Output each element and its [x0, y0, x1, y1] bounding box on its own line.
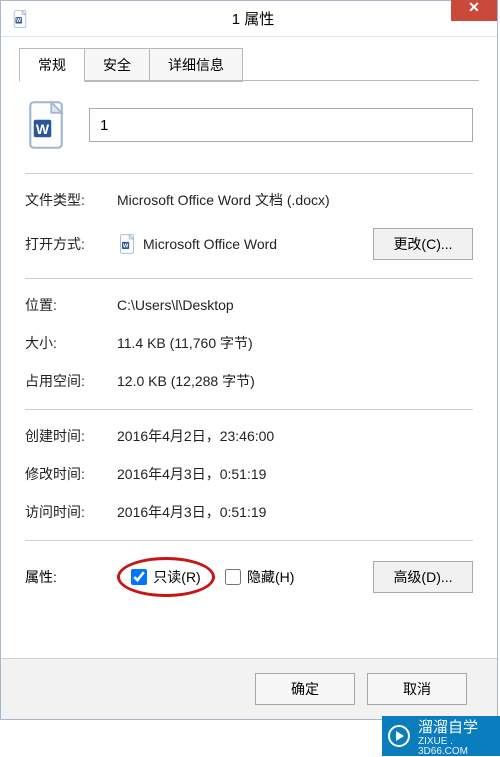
highlight-ring: 只读(R): [117, 557, 215, 597]
watermark-brand: 溜溜自学: [418, 719, 478, 736]
close-button[interactable]: ✕: [451, 0, 497, 21]
properties-dialog: 1 属性 ✕ 常规 安全 详细信息 文件类型: Microsoft Office…: [0, 0, 498, 720]
accessed-value: 2016年4月3日，0:51:19: [117, 502, 473, 522]
opens-with-label: 打开方式:: [25, 234, 117, 254]
document-icon: [11, 10, 29, 28]
attributes-label: 属性:: [25, 567, 117, 587]
dialog-footer: 确定 取消: [1, 658, 497, 719]
general-panel: 文件类型: Microsoft Office Word 文档 (.docx) 打…: [1, 81, 497, 609]
created-label: 创建时间:: [25, 426, 117, 446]
change-button[interactable]: 更改(C)...: [373, 228, 473, 260]
separator: [25, 173, 473, 174]
word-app-icon: [117, 234, 137, 254]
watermark-sub: ZIXUE . 3D66.COM: [418, 737, 494, 757]
readonly-checkbox[interactable]: [131, 569, 147, 585]
separator: [25, 409, 473, 410]
size-on-disk-label: 占用空间:: [25, 371, 117, 391]
filename-input[interactable]: [89, 108, 473, 142]
modified-label: 修改时间:: [25, 464, 117, 484]
opens-with-value: Microsoft Office Word: [143, 236, 277, 252]
separator: [25, 540, 473, 541]
size-value: 11.4 KB (11,760 字节): [117, 333, 473, 353]
file-type-value: Microsoft Office Word 文档 (.docx): [117, 190, 473, 210]
size-label: 大小:: [25, 333, 117, 353]
accessed-label: 访问时间:: [25, 502, 117, 522]
window-title: 1 属性: [9, 8, 497, 29]
separator: [25, 278, 473, 279]
tab-strip: 常规 安全 详细信息: [1, 37, 497, 81]
tab-underline: [19, 80, 479, 81]
created-value: 2016年4月2日，23:46:00: [117, 426, 473, 446]
file-type-icon: [25, 99, 67, 151]
titlebar: 1 属性 ✕: [1, 1, 497, 37]
location-value: C:\Users\l\Desktop: [117, 297, 473, 313]
modified-value: 2016年4月3日，0:51:19: [117, 464, 473, 484]
tab-security[interactable]: 安全: [84, 48, 150, 82]
play-icon: [388, 725, 410, 747]
hidden-label: 隐藏(H): [247, 567, 294, 587]
location-label: 位置:: [25, 295, 117, 315]
hidden-checkbox[interactable]: [225, 569, 241, 585]
close-icon: ✕: [468, 0, 480, 16]
file-type-label: 文件类型:: [25, 190, 117, 210]
advanced-button[interactable]: 高级(D)...: [373, 561, 473, 593]
size-on-disk-value: 12.0 KB (12,288 字节): [117, 371, 473, 391]
ok-button[interactable]: 确定: [255, 673, 355, 705]
tab-general[interactable]: 常规: [19, 48, 85, 82]
cancel-button[interactable]: 取消: [367, 673, 467, 705]
tab-details[interactable]: 详细信息: [149, 48, 243, 82]
readonly-label: 只读(R): [153, 567, 200, 587]
watermark-badge: 溜溜自学 ZIXUE . 3D66.COM: [382, 716, 500, 756]
